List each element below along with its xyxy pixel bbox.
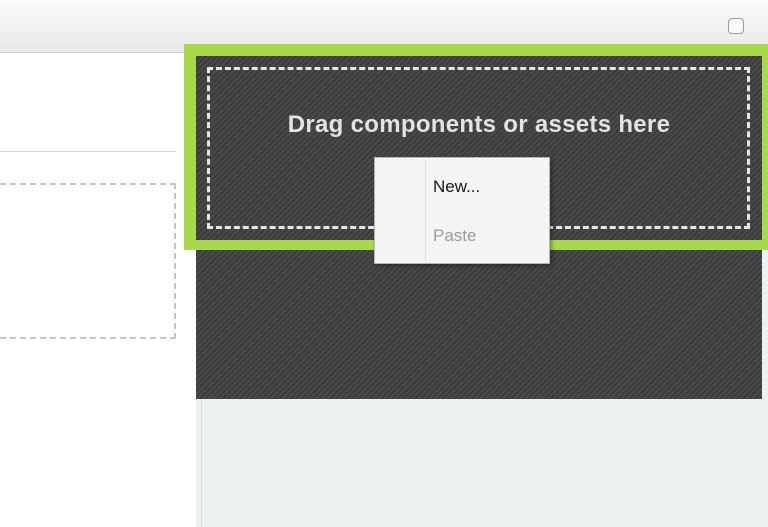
context-menu-gutter <box>425 160 426 261</box>
right-column-divider <box>201 399 202 527</box>
drop-zone-label: Drag components or assets here <box>287 111 671 138</box>
left-divider <box>0 151 176 152</box>
menu-item-paste[interactable]: Paste <box>433 226 476 246</box>
toolbar-checkbox[interactable] <box>728 18 744 34</box>
left-placeholder-box <box>0 183 176 339</box>
context-menu: New... Paste <box>374 157 550 264</box>
menu-item-new[interactable]: New... <box>433 177 480 197</box>
